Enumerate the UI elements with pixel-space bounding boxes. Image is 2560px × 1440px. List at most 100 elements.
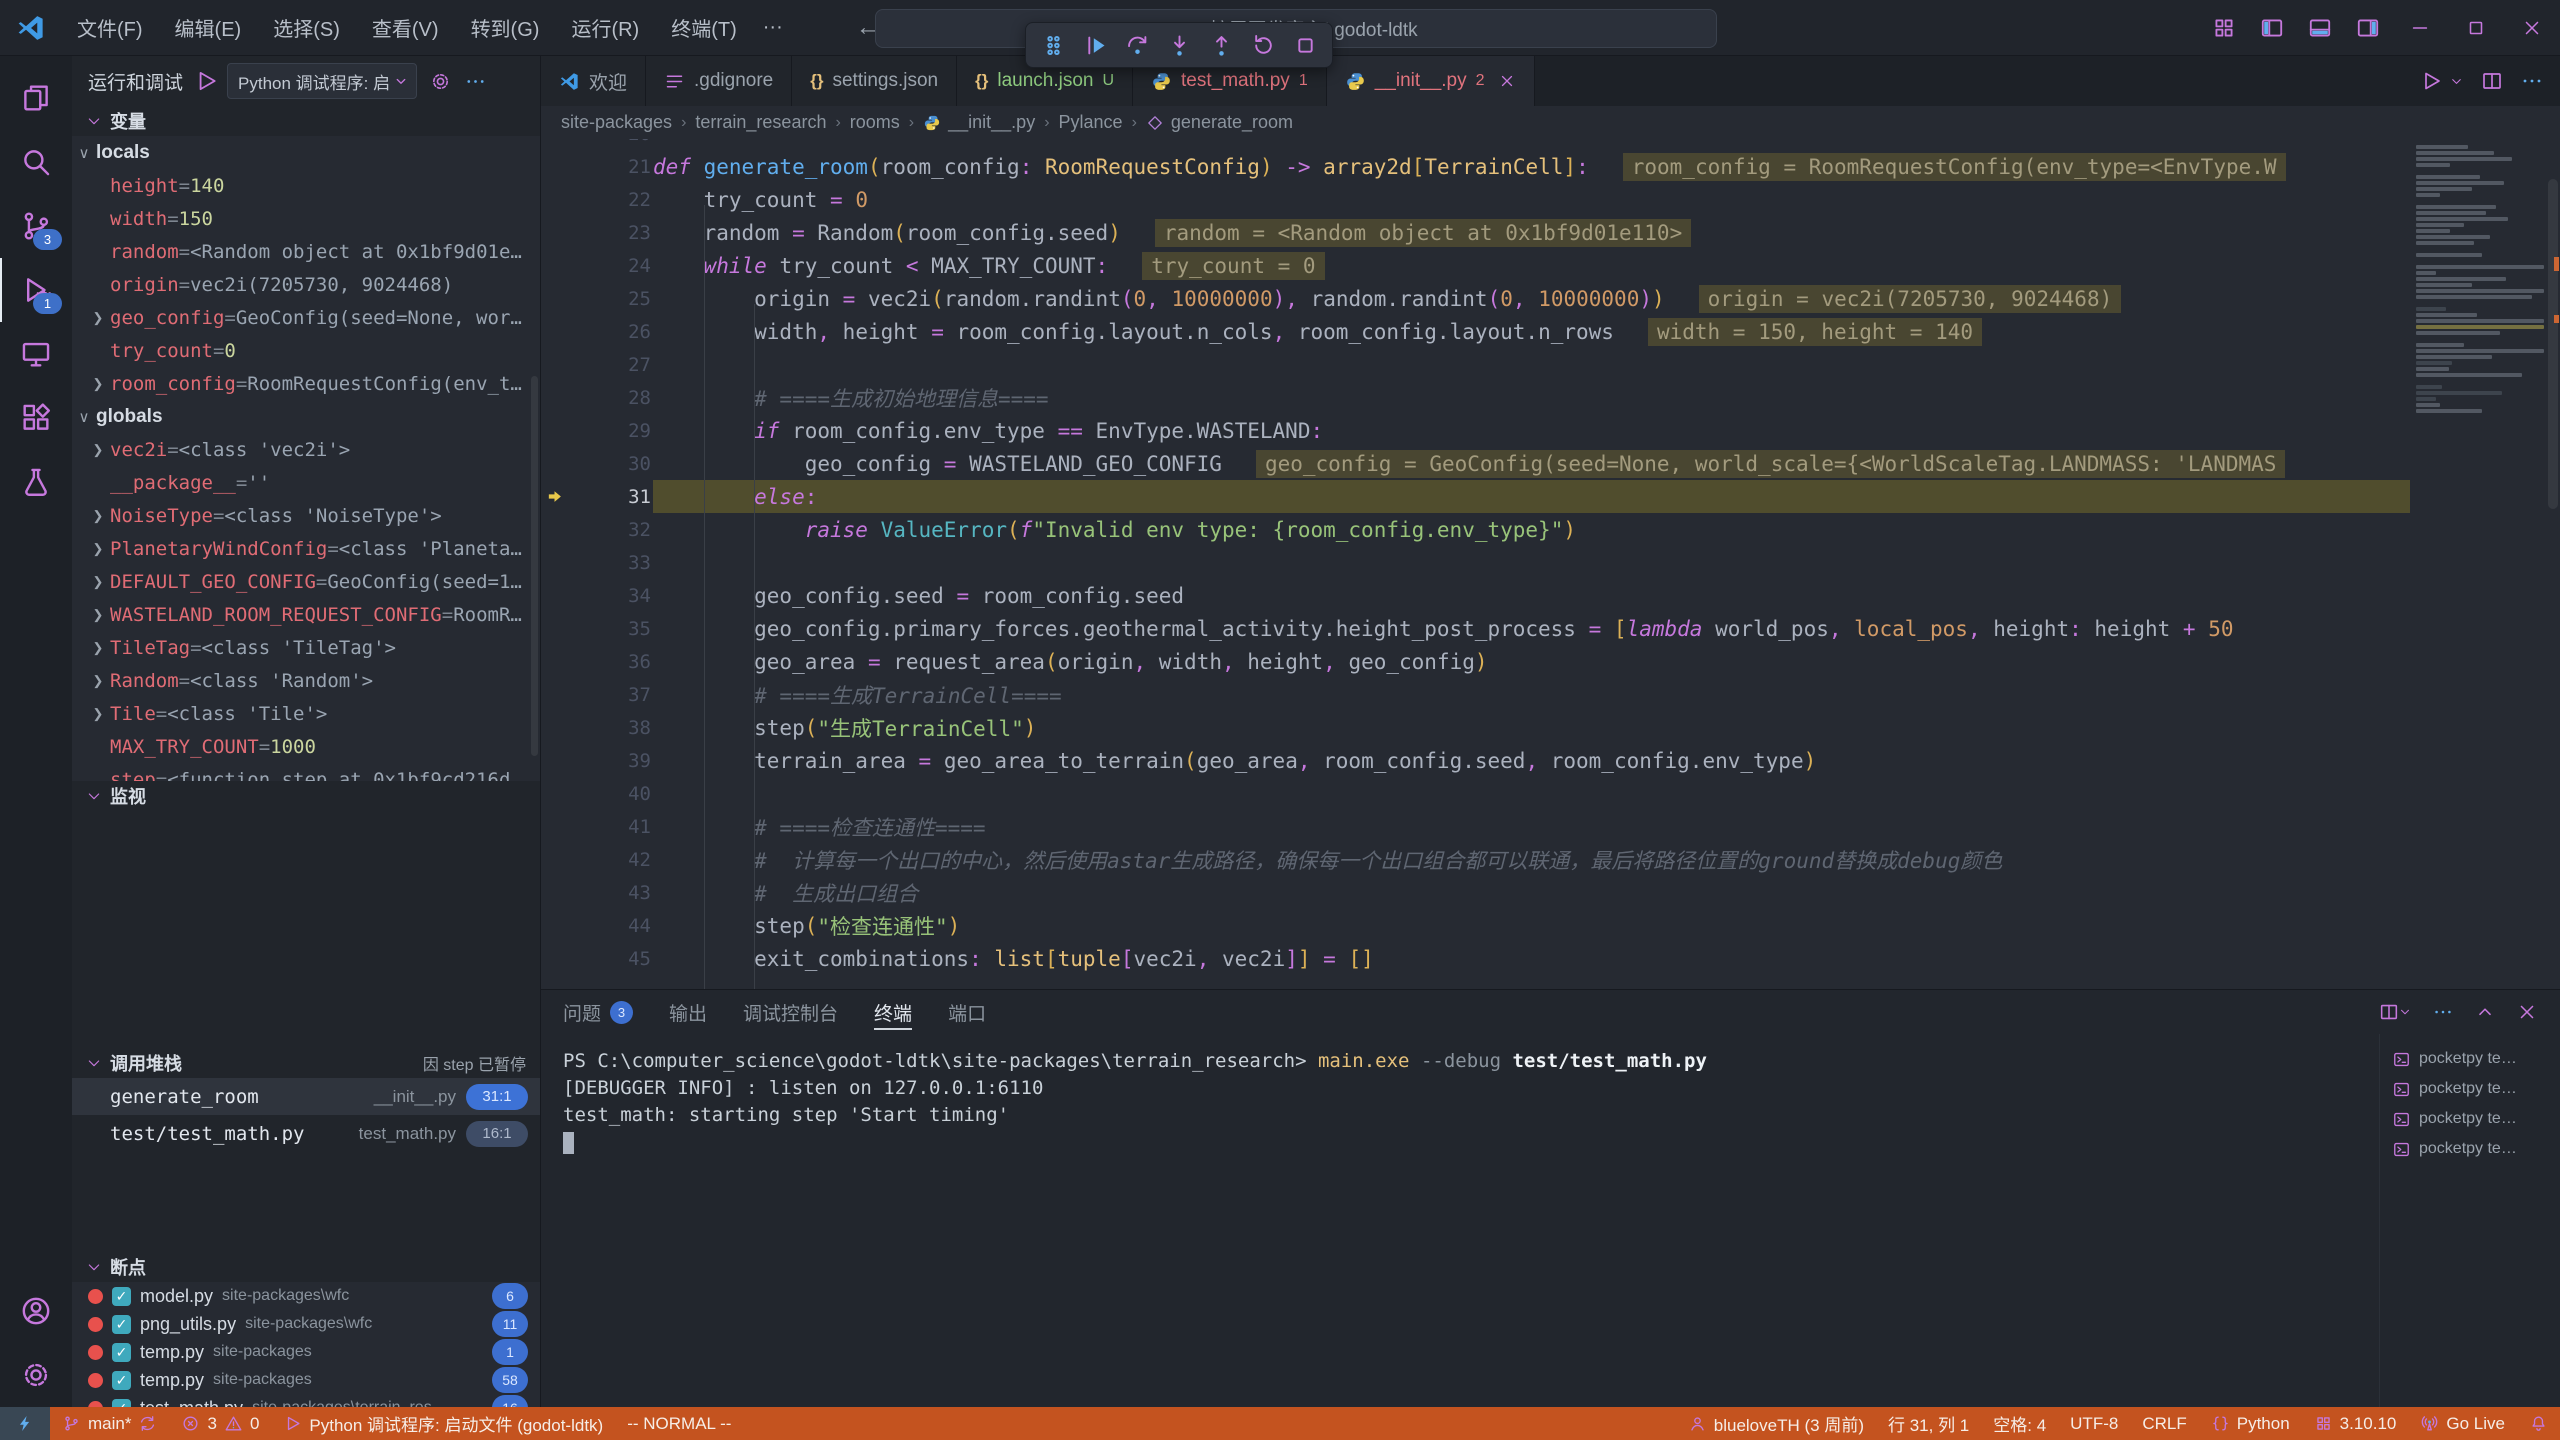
language[interactable]: Python: [2199, 1407, 2302, 1440]
breakpoint-checkbox[interactable]: ✓: [112, 1343, 131, 1362]
terminal-output[interactable]: PS C:\computer_science\godot-ldtk\site-p…: [541, 1034, 2379, 1407]
activity-explorer[interactable]: [0, 66, 72, 130]
chevron-down-icon[interactable]: [2449, 74, 2464, 89]
breadcrumb-item[interactable]: rooms: [850, 112, 900, 133]
activity-extensions[interactable]: [0, 386, 72, 450]
breakpoint-row[interactable]: ✓model.pysite-packages\wfc6: [72, 1282, 540, 1310]
tab-gdignore[interactable]: .gdignore: [646, 56, 792, 106]
activity-search[interactable]: [0, 130, 72, 194]
go-live[interactable]: Go Live: [2408, 1407, 2517, 1440]
variable-row[interactable]: ❯WASTELAND_ROOM_REQUEST_CONFIG = RoomR…: [72, 598, 540, 631]
breadcrumb-item[interactable]: terrain_research: [695, 112, 826, 133]
variable-row[interactable]: ❯vec2i = <class 'vec2i'>: [72, 433, 540, 466]
editor-scrollbar[interactable]: [2546, 139, 2560, 989]
restart-button[interactable]: [1244, 27, 1282, 63]
breadcrumb-item[interactable]: __init__.py: [923, 112, 1035, 133]
toggle-secondary-sidebar-icon[interactable]: [2355, 15, 2381, 41]
breakpoint-checkbox[interactable]: ✓: [112, 1371, 131, 1390]
variables-section-header[interactable]: 变量: [72, 106, 540, 136]
callstack-frame[interactable]: test/test_math.pytest_math.py16:1: [72, 1115, 540, 1152]
sidebar-scrollbar[interactable]: [531, 376, 538, 756]
close-icon[interactable]: [1498, 72, 1516, 90]
grid-icon[interactable]: [2211, 15, 2237, 41]
variable-row[interactable]: ❯DEFAULT_GEO_CONFIG = GeoConfig(seed=1…: [72, 565, 540, 598]
breakpoint-checkbox[interactable]: ✓: [112, 1399, 131, 1408]
python-version[interactable]: 3.10.10: [2302, 1407, 2409, 1440]
variable-row[interactable]: width = 150: [72, 202, 540, 235]
activity-source-control[interactable]: 3: [0, 194, 72, 258]
activity-remote-explorer[interactable]: [0, 322, 72, 386]
tab-init[interactable]: __init__.py2: [1327, 56, 1535, 106]
menu-more[interactable]: ···: [750, 10, 796, 45]
terminal-list-item[interactable]: pocketpy te…: [2380, 1074, 2560, 1104]
variable-row[interactable]: ❯NoiseType = <class 'NoiseType'>: [72, 499, 540, 532]
menu-item[interactable]: 文件(F): [64, 7, 156, 48]
maximize-button[interactable]: [2448, 0, 2504, 55]
breadcrumb-item[interactable]: generate_room: [1146, 112, 1293, 133]
vim-mode[interactable]: -- NORMAL --: [615, 1407, 743, 1440]
minimize-button[interactable]: [2392, 0, 2448, 55]
variables-scope-row[interactable]: ∨locals: [72, 136, 540, 169]
variable-row[interactable]: try_count = 0: [72, 334, 540, 367]
toggle-panel-icon[interactable]: [2307, 15, 2333, 41]
indentation[interactable]: 空格: 4: [1981, 1407, 2058, 1440]
notifications[interactable]: [2517, 1407, 2560, 1440]
variable-row[interactable]: ❯Random = <class 'Random'>: [72, 664, 540, 697]
menu-item[interactable]: 转到(G): [458, 7, 553, 48]
variable-row[interactable]: random = <Random object at 0x1bf9d01e…: [72, 235, 540, 268]
variable-row[interactable]: ❯TileTag = <class 'TileTag'>: [72, 631, 540, 664]
terminal-list-item[interactable]: pocketpy te…: [2380, 1134, 2560, 1164]
step-out-button[interactable]: [1202, 27, 1240, 63]
split-terminal-icon[interactable]: [2378, 1001, 2412, 1023]
gear-icon[interactable]: [429, 70, 452, 93]
variable-row[interactable]: origin = vec2i(7205730, 9024468): [72, 268, 540, 301]
maximize-panel-icon[interactable]: [2474, 1001, 2496, 1023]
problems[interactable]: 30: [169, 1407, 271, 1440]
panel-tab-输出[interactable]: 输出: [669, 990, 707, 1034]
terminal-list-item[interactable]: pocketpy te…: [2380, 1104, 2560, 1134]
start-debug-icon[interactable]: [193, 68, 219, 94]
continue-button[interactable]: [1076, 27, 1114, 63]
tab-welcome[interactable]: 欢迎: [541, 56, 646, 106]
variable-row[interactable]: ❯PlanetaryWindConfig = <class 'Planeta…: [72, 532, 540, 565]
variable-row[interactable]: ❯geo_config = GeoConfig(seed=None, wor…: [72, 301, 540, 334]
variable-row[interactable]: __package__ = '': [72, 466, 540, 499]
callstack-section-header[interactable]: 调用堆栈 因 step 已暂停: [72, 1048, 540, 1078]
close-panel-icon[interactable]: [2516, 1001, 2538, 1023]
callstack-frame[interactable]: generate_room__init__.py31:1: [72, 1078, 540, 1115]
breakpoint-row[interactable]: ✓temp.pysite-packages58: [72, 1366, 540, 1394]
breadcrumb-item[interactable]: Pylance: [1059, 112, 1123, 133]
activity-account[interactable]: [0, 1279, 72, 1343]
debug-config-dropdown[interactable]: Python 调试程序: 启动: [227, 63, 417, 99]
drag-handle[interactable]: [1034, 27, 1072, 63]
variables-scope-row[interactable]: ∨globals: [72, 400, 540, 433]
breakpoint-checkbox[interactable]: ✓: [112, 1315, 131, 1334]
split-editor-icon[interactable]: [2480, 69, 2504, 93]
activity-run-and-debug[interactable]: 1: [0, 258, 72, 322]
breadcrumb-item[interactable]: site-packages: [561, 112, 672, 133]
debug-config[interactable]: Python 调试程序: 启动文件 (godot-ldtk): [271, 1407, 615, 1440]
panel-tab-调试控制台[interactable]: 调试控制台: [743, 990, 838, 1034]
code-editor[interactable]: 2021def generate_room(room_config: RoomR…: [541, 139, 2560, 989]
menu-item[interactable]: 选择(S): [260, 7, 353, 48]
tab-settings[interactable]: {}settings.json: [792, 56, 957, 106]
stop-button[interactable]: [1286, 27, 1324, 63]
menu-item[interactable]: 终端(T): [658, 7, 750, 48]
menu-item[interactable]: 查看(V): [359, 7, 452, 48]
panel-tab-问题[interactable]: 问题3: [563, 990, 633, 1034]
more-actions-icon[interactable]: [2520, 69, 2544, 93]
git-author[interactable]: blueloveTH (3 周前): [1676, 1407, 1876, 1440]
step-over-button[interactable]: [1118, 27, 1156, 63]
step-into-button[interactable]: [1160, 27, 1198, 63]
activity-testing[interactable]: [0, 450, 72, 514]
variable-row[interactable]: ❯Tile = <class 'Tile'>: [72, 697, 540, 730]
watch-section-header[interactable]: 监视: [72, 781, 540, 811]
close-button[interactable]: [2504, 0, 2560, 55]
minimap[interactable]: [2416, 145, 2544, 989]
menu-item[interactable]: 编辑(E): [162, 7, 255, 48]
eol[interactable]: CRLF: [2130, 1407, 2198, 1440]
panel-tab-终端[interactable]: 终端: [874, 990, 912, 1034]
variable-row[interactable]: MAX_TRY_COUNT = 1000: [72, 730, 540, 763]
panel-tab-端口[interactable]: 端口: [948, 990, 986, 1034]
variable-row[interactable]: ❯room_config = RoomRequestConfig(env_t…: [72, 367, 540, 400]
